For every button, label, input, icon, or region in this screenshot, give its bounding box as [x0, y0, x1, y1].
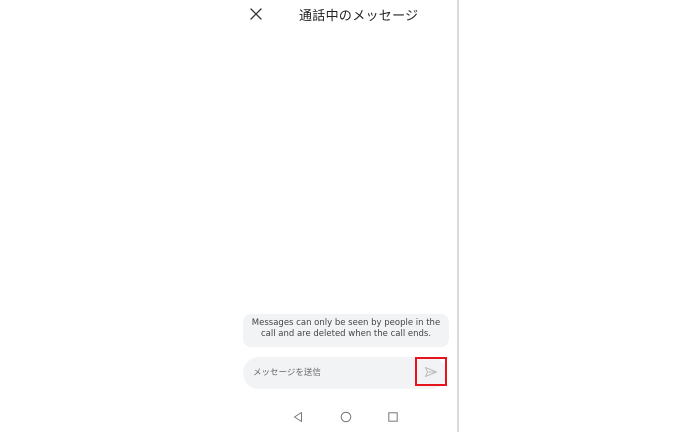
message-input[interactable] [253, 364, 403, 382]
close-button[interactable] [244, 2, 268, 26]
close-icon [250, 8, 262, 20]
back-icon [294, 412, 302, 422]
send-button[interactable] [415, 357, 447, 386]
nav-home-button[interactable] [338, 409, 354, 425]
nav-back-button[interactable] [290, 409, 306, 425]
meet-chat-panel: 通話中のメッセージ Messages can only be seen by p… [232, 0, 457, 432]
page-title: 通話中のメッセージ [299, 9, 419, 24]
nav-recents-button[interactable] [385, 409, 401, 425]
send-icon [425, 366, 437, 377]
home-icon [340, 411, 352, 423]
panel-divider [457, 0, 459, 432]
screen: 通話中のメッセージ Messages can only be seen by p… [0, 0, 700, 432]
chat-notice: Messages can only be seen by people in t… [243, 314, 449, 347]
system-nav-bar [232, 405, 457, 429]
recents-icon [388, 412, 398, 422]
